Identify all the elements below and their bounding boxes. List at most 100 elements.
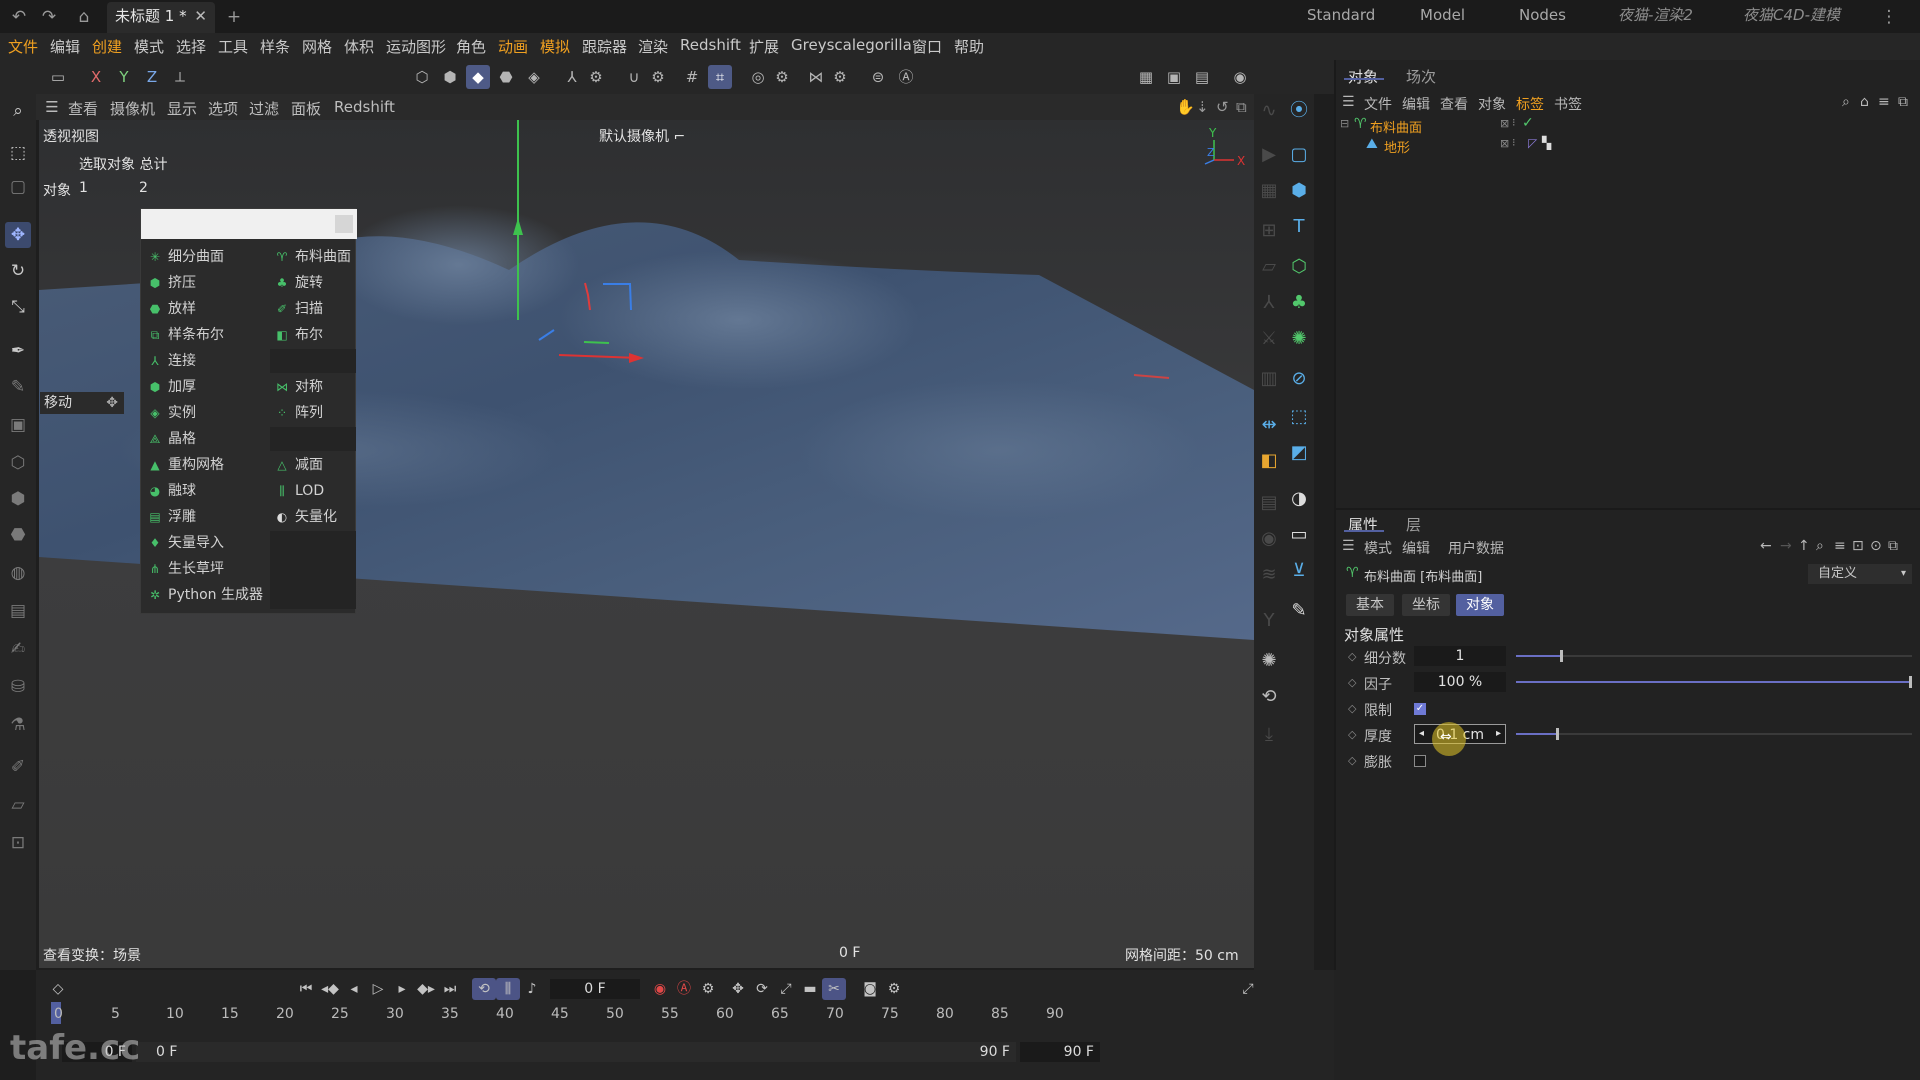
texture-cube-icon[interactable]: ◧	[1256, 448, 1282, 474]
prop-limit-checkbox[interactable]: ✓	[1414, 703, 1426, 715]
column-icon[interactable]: ▥	[1256, 366, 1282, 392]
objects-menu-file[interactable]: 文件	[1364, 94, 1392, 114]
key-pla-icon[interactable]: ✂	[822, 978, 846, 1000]
layer-tool-icon[interactable]: ▤	[1256, 490, 1282, 516]
objects-menu-tags[interactable]: 标签	[1516, 94, 1544, 114]
prop-subdivisions-slider-knob[interactable]	[1560, 650, 1563, 662]
viewport-menu-filter[interactable]: 过滤	[249, 98, 279, 119]
objects-menu-object[interactable]: 对象	[1478, 94, 1506, 114]
tab-layers[interactable]: 层	[1406, 514, 1421, 535]
menu-spline[interactable]: 样条	[260, 36, 290, 57]
bend-icon[interactable]: ⅄	[1256, 290, 1282, 316]
frame-ruler[interactable]	[51, 1002, 1331, 1026]
cube-outline-icon[interactable]: ⬢	[5, 486, 31, 512]
cloth-surface-name[interactable]: 布料曲面	[1370, 117, 1422, 136]
goto-end-icon[interactable]: ⏭	[438, 978, 462, 1000]
attributes-menu-userdata[interactable]: 用户数据	[1448, 538, 1504, 558]
knife-icon[interactable]: ⚔	[1256, 326, 1282, 352]
menu-item-lattice[interactable]: ⟁ 晶格	[143, 427, 267, 451]
viewport-pan-icon[interactable]: ✋	[1176, 98, 1195, 116]
viewport-menu-options[interactable]: 选项	[208, 98, 238, 119]
editor-visibility-icon[interactable]: ⊠	[1500, 137, 1509, 150]
menu-help[interactable]: 帮助	[954, 36, 984, 57]
prop-thickness-slider[interactable]	[1516, 733, 1912, 735]
keyframe-diamond-icon[interactable]: ◇	[1348, 702, 1356, 715]
live-viewer-icon[interactable]: ◉	[1228, 65, 1252, 89]
menu-mograph[interactable]: 运动图形	[386, 36, 446, 57]
particles-icon[interactable]: ✺	[1256, 648, 1282, 674]
bake-icon[interactable]: ⚗	[5, 712, 31, 738]
viewport-menu-display[interactable]: 显示	[167, 98, 197, 119]
tree-row-terrain[interactable]: ⛰ 地形 ⊠ ⁝ ◸ ▚	[1336, 136, 1920, 156]
menu-item-python-generator[interactable]: ✲ Python 生成器	[143, 583, 267, 607]
solo-settings-icon[interactable]: ⚙	[770, 65, 794, 89]
tab-takes[interactable]: 场次	[1406, 66, 1436, 87]
prop-factor-field[interactable]: 100 %	[1414, 672, 1506, 692]
close-tab-icon[interactable]: ✕	[194, 2, 207, 31]
keyframe-icon[interactable]: ◇	[46, 978, 70, 1000]
menu-item-spline-boolean[interactable]: ⧉ 样条布尔	[143, 323, 267, 347]
eye-icon[interactable]: ◉	[1256, 526, 1282, 552]
record-icon[interactable]: ◉	[648, 978, 672, 1000]
render-visibility-icon[interactable]: ⁝	[1512, 136, 1516, 149]
undo-icon[interactable]: ↶	[8, 6, 30, 28]
edit-icon[interactable]: ✎	[1286, 598, 1312, 624]
workplane-icon[interactable]: ⌗	[708, 65, 732, 89]
menu-simulate[interactable]: 模拟	[540, 36, 570, 57]
collapse-icon[interactable]: ⊟	[1340, 117, 1349, 130]
menu-mesh[interactable]: 网格	[302, 36, 332, 57]
lock-workplane-icon[interactable]: ⊜	[866, 65, 890, 89]
increment-icon[interactable]: ▸	[1496, 724, 1501, 744]
target-icon[interactable]: ⊙	[1870, 538, 1882, 554]
more-menu-icon[interactable]: ⋮	[1878, 6, 1900, 28]
material-tag-icon[interactable]: ▚	[1542, 136, 1551, 150]
up-icon[interactable]: ↑	[1798, 538, 1810, 554]
move-tool-icon[interactable]: ✥	[5, 222, 31, 248]
menu-character[interactable]: 角色	[456, 36, 486, 57]
viewport-menu-redshift[interactable]: Redshift	[334, 98, 395, 116]
shape-icon[interactable]: ▱	[1256, 254, 1282, 280]
download-icon[interactable]: ⤓	[1256, 722, 1282, 748]
menu-window[interactable]: 窗口	[912, 36, 942, 57]
search-icon[interactable]: ⌕	[5, 98, 31, 124]
prop-inflate-checkbox[interactable]	[1414, 755, 1426, 767]
branch-icon[interactable]: Y	[1256, 608, 1282, 634]
menu-item-grow-grass[interactable]: ⋔ 生长草坪	[143, 557, 267, 581]
current-frame-field[interactable]: 0 F	[550, 979, 640, 999]
back-icon[interactable]: ←	[1760, 538, 1772, 554]
edges-mode-icon[interactable]: ⬢	[438, 65, 462, 89]
menu-item-relief[interactable]: ▤ 浮雕	[143, 505, 267, 529]
loop-icon[interactable]: ⟲	[472, 978, 496, 1000]
light-icon[interactable]: ◑	[1286, 486, 1312, 512]
keyframe-settings-icon[interactable]: ⚙	[696, 978, 720, 1000]
editor-visibility-icon[interactable]: ⊠	[1500, 117, 1509, 130]
home-icon[interactable]: ⌂	[73, 6, 95, 28]
goto-start-icon[interactable]: ⏮	[294, 978, 318, 1000]
phong-tag-icon[interactable]: ◸	[1528, 136, 1537, 150]
viewport-rotate-icon[interactable]: ↺	[1216, 98, 1229, 116]
menu-edit[interactable]: 编辑	[50, 36, 80, 57]
popup-pin-icon[interactable]	[335, 215, 353, 233]
viewport-menu-camera[interactable]: 摄像机	[110, 98, 155, 119]
menu-item-subdivision-surface[interactable]: ✳ 细分曲面	[143, 245, 267, 269]
symmetry-icon[interactable]: ⋈	[804, 65, 828, 89]
volume-icon[interactable]: ⛁	[5, 674, 31, 700]
live-selection-icon[interactable]: ⬚	[5, 140, 31, 166]
menu-item-connect[interactable]: ⅄ 连接	[143, 349, 267, 373]
camera-icon[interactable]: ▭	[1286, 522, 1312, 548]
forward-icon[interactable]: →	[1780, 538, 1792, 554]
snap-object-icon[interactable]: ⊞	[1256, 218, 1282, 244]
objects-home-icon[interactable]: ⌂	[1860, 94, 1869, 110]
preset-dropdown[interactable]: 自定义 ▾	[1808, 564, 1912, 584]
menu-item-polygon-reduction[interactable]: △ 减面	[270, 453, 356, 477]
gizmo-xz-plane[interactable]	[583, 341, 610, 344]
render-visibility-icon[interactable]: ⁝	[1512, 116, 1516, 129]
text-icon[interactable]: T	[1286, 214, 1312, 240]
menu-item-loft[interactable]: ⬣ 放样	[143, 297, 267, 321]
object-mode-icon[interactable]: ▭	[46, 65, 70, 89]
menu-item-instance[interactable]: ◈ 实例	[143, 401, 267, 425]
subtab-coordinates[interactable]: 坐标	[1402, 594, 1450, 616]
menu-item-vectorize[interactable]: ◐ 矢量化	[270, 505, 356, 529]
motion-record-icon[interactable]: ◙	[858, 978, 882, 1000]
plane-tool-icon[interactable]: ▣	[5, 412, 31, 438]
